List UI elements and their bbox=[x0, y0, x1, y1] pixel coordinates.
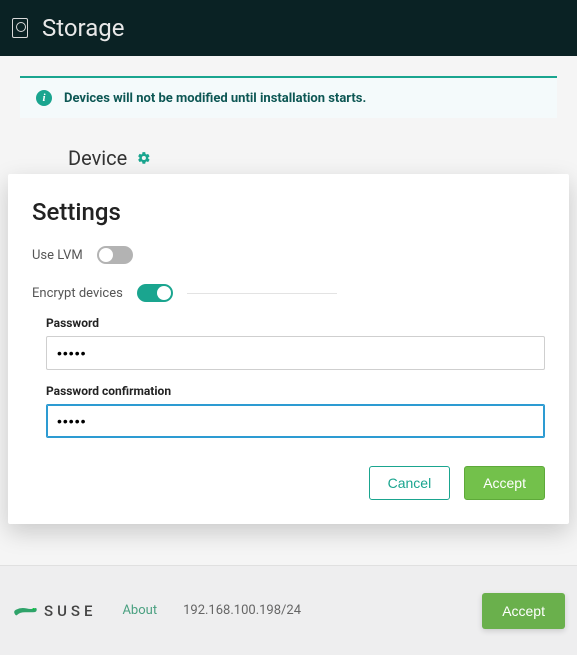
device-label: Device bbox=[68, 146, 127, 170]
password-confirm-label: Password confirmation bbox=[46, 384, 545, 398]
about-link[interactable]: About bbox=[122, 603, 157, 618]
header-bar: Storage bbox=[0, 0, 577, 56]
password-field-block: Password bbox=[46, 316, 545, 370]
cancel-button[interactable]: Cancel bbox=[369, 466, 451, 500]
password-confirm-input[interactable] bbox=[46, 404, 545, 438]
encrypt-devices-row: Encrypt devices bbox=[32, 284, 545, 302]
footer-bar: SUSE About 192.168.100.198/24 Accept bbox=[0, 565, 577, 655]
device-section: Device bbox=[68, 146, 557, 170]
encrypt-devices-label: Encrypt devices bbox=[32, 286, 123, 301]
info-banner: i Devices will not be modified until ins… bbox=[20, 76, 557, 118]
use-lvm-row: Use LVM bbox=[32, 246, 545, 264]
page-body: i Devices will not be modified until ins… bbox=[0, 56, 577, 190]
divider bbox=[187, 293, 337, 294]
info-banner-text: Devices will not be modified until insta… bbox=[64, 91, 366, 106]
suse-logo: SUSE bbox=[12, 602, 96, 620]
page-title: Storage bbox=[42, 14, 124, 42]
encrypt-devices-toggle[interactable] bbox=[137, 284, 173, 302]
modal-actions: Cancel Accept bbox=[32, 466, 545, 500]
password-confirm-field-block: Password confirmation bbox=[46, 384, 545, 438]
modal-title: Settings bbox=[32, 198, 545, 226]
accept-button[interactable]: Accept bbox=[464, 466, 545, 500]
password-input[interactable] bbox=[46, 336, 545, 370]
info-icon: i bbox=[36, 90, 52, 106]
suse-wordmark: SUSE bbox=[44, 602, 96, 620]
password-label: Password bbox=[46, 316, 545, 330]
ip-address: 192.168.100.198/24 bbox=[183, 603, 301, 618]
footer-accept-button[interactable]: Accept bbox=[482, 593, 565, 629]
chameleon-icon bbox=[12, 603, 38, 619]
gear-icon[interactable] bbox=[137, 151, 151, 165]
use-lvm-toggle[interactable] bbox=[97, 246, 133, 264]
storage-icon bbox=[12, 18, 28, 38]
use-lvm-label: Use LVM bbox=[32, 248, 83, 263]
settings-modal: Settings Use LVM Encrypt devices Passwor… bbox=[8, 174, 569, 524]
